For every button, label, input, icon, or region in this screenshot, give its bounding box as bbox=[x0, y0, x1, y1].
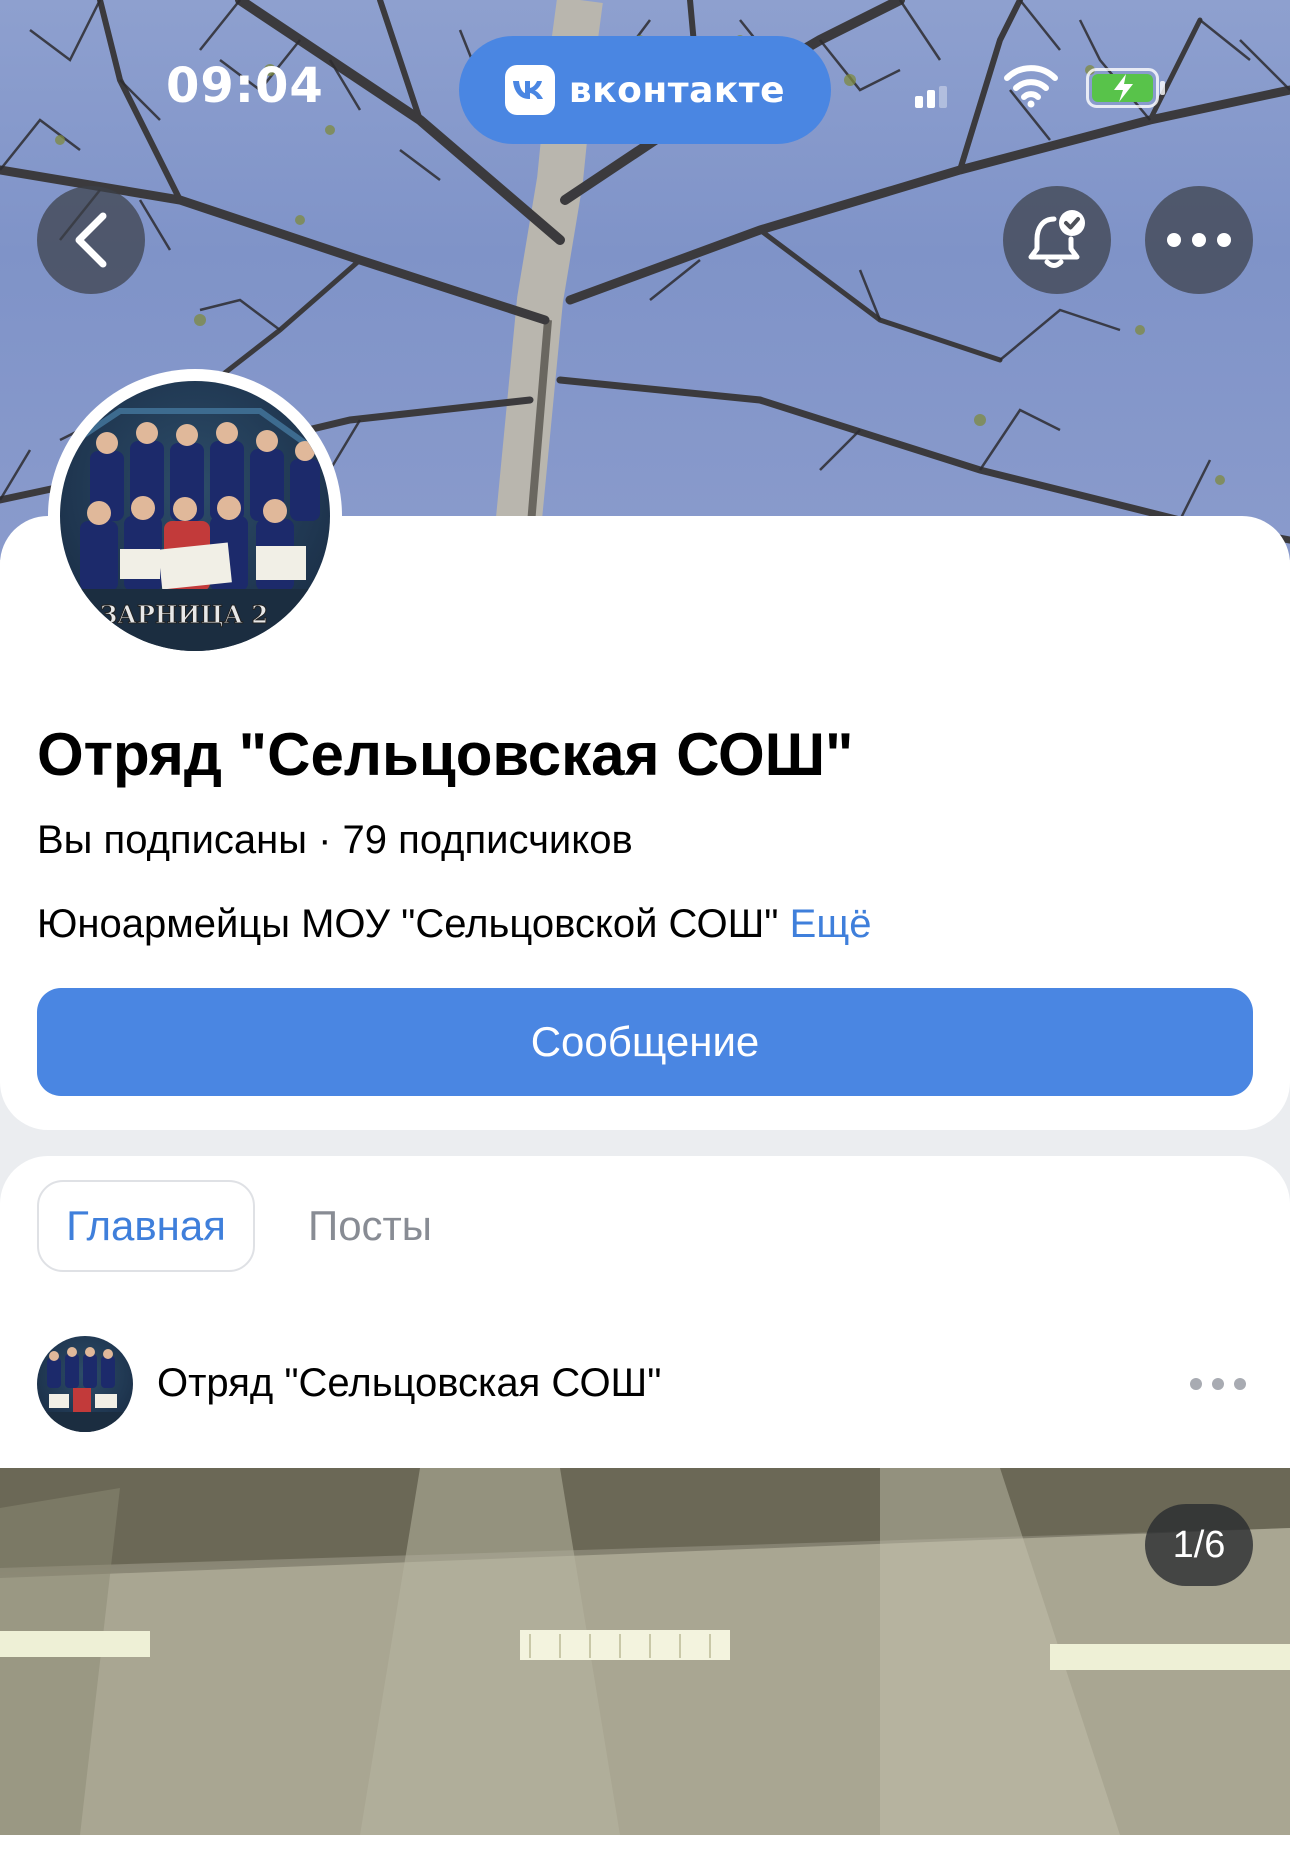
group-avatar-image: ЗАРНИЦА 2 bbox=[60, 381, 330, 651]
post-author-avatar[interactable] bbox=[37, 1336, 133, 1432]
vk-logo-icon bbox=[504, 65, 555, 115]
group-avatar[interactable]: ЗАРНИЦА 2 bbox=[48, 369, 342, 663]
battery-charging-icon bbox=[1086, 68, 1165, 108]
group-title: Отряд "Сельцовская СОШ" bbox=[37, 721, 854, 788]
post-author-name[interactable]: Отряд "Сельцовская СОШ" bbox=[157, 1361, 661, 1406]
back-chevron-icon bbox=[75, 212, 107, 268]
description-more-link[interactable]: Ещё bbox=[790, 902, 872, 946]
group-description-text: Юноармейцы МОУ "Сельцовской СОШ" bbox=[37, 902, 779, 946]
status-time: 09:04 bbox=[166, 58, 324, 114]
vk-app-pill[interactable]: вконтакте bbox=[459, 36, 831, 144]
more-dots-icon bbox=[1167, 233, 1231, 247]
group-description: Юноармейцы МОУ "Сельцовской СОШ" Ещё bbox=[37, 902, 871, 947]
post-photo-image bbox=[0, 1468, 1290, 1835]
tab-posts[interactable]: Посты bbox=[290, 1180, 450, 1272]
message-button[interactable]: Сообщение bbox=[37, 988, 1253, 1096]
post-photo[interactable] bbox=[0, 1468, 1290, 1835]
photo-counter: 1/6 bbox=[1145, 1504, 1253, 1586]
notifications-button[interactable] bbox=[1003, 186, 1111, 294]
signal-icon bbox=[915, 86, 947, 108]
wifi-icon bbox=[1004, 65, 1058, 108]
post-more-icon[interactable] bbox=[1190, 1366, 1246, 1402]
more-options-button[interactable] bbox=[1145, 186, 1253, 294]
avatar-caption: ЗАРНИЦА 2 bbox=[100, 600, 268, 629]
tab-main[interactable]: Главная bbox=[37, 1180, 255, 1272]
back-button[interactable] bbox=[37, 186, 145, 294]
bell-check-icon bbox=[1028, 210, 1085, 268]
subscription-status[interactable]: Вы подписаны · 79 подписчиков bbox=[37, 818, 633, 863]
vk-pill-label: вконтакте bbox=[568, 69, 786, 111]
